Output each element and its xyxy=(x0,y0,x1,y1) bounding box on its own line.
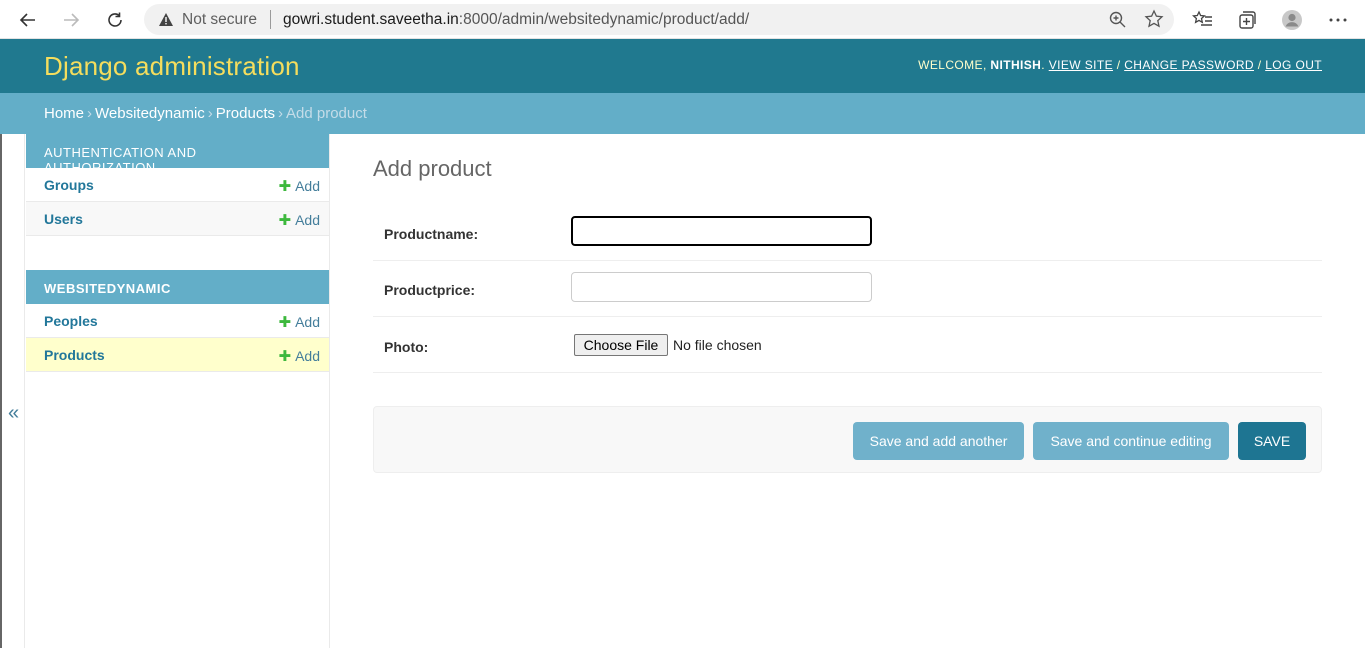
address-divider xyxy=(270,10,271,29)
add-label: Add xyxy=(295,178,320,194)
productname-label: Productname: xyxy=(384,226,479,242)
warning-icon[interactable] xyxy=(158,12,174,27)
breadcrumb: Home › Websitedynamic › Products › Add product xyxy=(0,93,1365,134)
back-icon[interactable] xyxy=(14,6,42,34)
productprice-label: Productprice: xyxy=(384,282,476,298)
profile-avatar-icon[interactable] xyxy=(1281,9,1303,31)
page-title: Add product xyxy=(373,156,492,181)
add-icon: ✚ xyxy=(278,178,292,195)
add-label: Add xyxy=(295,314,320,330)
save-and-continue-button[interactable]: Save and continue editing xyxy=(1033,422,1229,460)
refresh-icon[interactable] xyxy=(101,6,129,34)
productname-input[interactable] xyxy=(571,216,872,246)
app-module-websitedynamic: WEBSITEDYNAMIC Peoples ✚ Add Products ✚ Ad… xyxy=(26,270,329,372)
change-password-link[interactable]: CHANGE PASSWORD xyxy=(1124,58,1254,72)
view-site-link[interactable]: VIEW SITE xyxy=(1049,58,1113,72)
module-caption[interactable]: AUTHENTICATION AND AUTHORIZATION xyxy=(26,134,329,175)
welcome-text: WELCOME, xyxy=(918,58,987,72)
site-name[interactable]: Django administration xyxy=(44,51,300,82)
add-icon: ✚ xyxy=(278,348,292,365)
model-link-users[interactable]: Users xyxy=(44,211,83,227)
security-label[interactable]: Not secure xyxy=(182,11,257,29)
username: NITHISH xyxy=(990,58,1042,72)
browser-toolbar: Not secure gowri.student.saveetha.in:800… xyxy=(0,0,1365,39)
productprice-input[interactable] xyxy=(571,272,872,302)
collapse-sidebar-icon[interactable]: « xyxy=(8,402,19,425)
sidebar-item-groups: Groups ✚ Add xyxy=(26,168,329,202)
add-label: Add xyxy=(295,348,320,364)
collections-icon[interactable] xyxy=(1236,9,1258,31)
add-groups-link[interactable]: ✚ Add xyxy=(279,177,321,195)
add-icon: ✚ xyxy=(278,212,292,229)
breadcrumb-separator: › xyxy=(207,105,213,122)
breadcrumb-model[interactable]: Products xyxy=(216,105,275,122)
photo-label: Photo: xyxy=(384,339,429,355)
nav-sidebar: AUTHENTICATION AND AUTHORIZATION Groups … xyxy=(25,134,330,648)
favorite-star-icon[interactable] xyxy=(1144,9,1164,29)
add-icon: ✚ xyxy=(278,314,292,331)
user-tools: WELCOME, NITHISH. VIEW SITE / CHANGE PAS… xyxy=(918,58,1322,72)
sidebar-item-products: Products ✚ Add xyxy=(26,338,329,372)
breadcrumb-current: Add product xyxy=(286,105,367,122)
add-users-link[interactable]: ✚ Add xyxy=(279,211,321,229)
breadcrumb-separator: › xyxy=(87,105,93,122)
file-status: No file chosen xyxy=(673,337,762,353)
url-text[interactable]: gowri.student.saveetha.in:8000/admin/web… xyxy=(283,11,749,29)
add-label: Add xyxy=(295,212,320,228)
model-link-groups[interactable]: Groups xyxy=(44,177,94,193)
forward-icon[interactable] xyxy=(57,6,85,34)
sidebar-toggle[interactable]: « xyxy=(0,134,25,648)
form-row-productname: Productname: xyxy=(373,205,1322,261)
address-bar[interactable]: Not secure gowri.student.saveetha.in:800… xyxy=(144,4,1174,35)
module-caption[interactable]: WEBSITEDYNAMIC xyxy=(26,270,329,304)
submit-row: Save and add another Save and continue e… xyxy=(373,406,1322,473)
site-header: Django administration WELCOME, NITHISH. … xyxy=(0,39,1365,93)
breadcrumb-app[interactable]: Websitedynamic xyxy=(95,105,205,122)
favorites-list-icon[interactable] xyxy=(1192,9,1214,31)
sidebar-item-users: Users ✚ Add xyxy=(26,202,329,236)
choose-file-button[interactable]: Choose File xyxy=(574,334,668,356)
sidebar-item-peoples: Peoples ✚ Add xyxy=(26,304,329,338)
add-products-link[interactable]: ✚ Add xyxy=(279,347,321,365)
app-module-auth: AUTHENTICATION AND AUTHORIZATION Groups … xyxy=(26,134,329,236)
form-row-productprice: Productprice: xyxy=(373,261,1322,317)
save-button[interactable]: SAVE xyxy=(1238,422,1306,460)
url-path: :8000/admin/websitedynamic/product/add/ xyxy=(458,11,750,28)
log-out-link[interactable]: LOG OUT xyxy=(1265,58,1322,72)
url-host: gowri.student.saveetha.in xyxy=(283,11,459,28)
breadcrumb-home[interactable]: Home xyxy=(44,105,84,122)
more-menu-icon[interactable] xyxy=(1327,9,1349,31)
breadcrumb-separator: › xyxy=(278,105,283,122)
model-link-products[interactable]: Products xyxy=(44,347,105,363)
add-peoples-link[interactable]: ✚ Add xyxy=(279,313,321,331)
model-link-peoples[interactable]: Peoples xyxy=(44,313,98,329)
save-and-add-another-button[interactable]: Save and add another xyxy=(853,422,1024,460)
zoom-icon[interactable] xyxy=(1108,10,1128,30)
form-row-photo: Photo: Choose File No file chosen xyxy=(373,317,1322,373)
